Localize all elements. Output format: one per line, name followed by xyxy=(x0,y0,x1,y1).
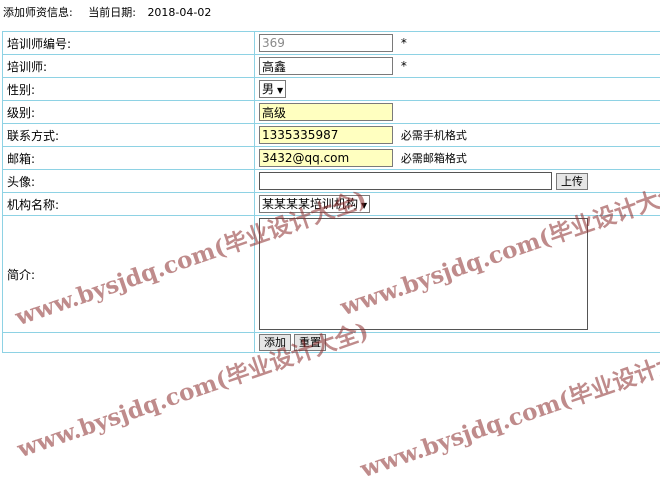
chevron-down-icon: ▼ xyxy=(277,86,283,95)
gender-label: 性别: xyxy=(3,78,255,101)
avatar-file-input[interactable]: 上传 xyxy=(259,172,588,190)
required-mark: * xyxy=(401,36,407,50)
chevron-down-icon: ▼ xyxy=(361,201,367,210)
watermark: www.bysjdq.com(毕业设计大全) xyxy=(355,332,660,484)
phone-field[interactable] xyxy=(259,126,393,144)
required-mark: * xyxy=(401,59,407,73)
trainer-form: 培训师编号: * 培训师: * 性别: 男▼ 级别: 联系方式: 必需手机格式 xyxy=(2,31,660,353)
page-title: 添加师资信息: xyxy=(3,6,73,19)
level-field[interactable] xyxy=(259,103,393,121)
phone-label: 联系方式: xyxy=(3,124,255,147)
reset-button[interactable]: 重置 xyxy=(294,334,326,351)
actions-label-cell xyxy=(3,333,255,353)
form-row-phone: 联系方式: 必需手机格式 xyxy=(3,124,660,147)
org-label: 机构名称: xyxy=(3,193,255,216)
form-row-intro: 简介: xyxy=(3,216,660,333)
form-row-avatar: 头像: 上传 xyxy=(3,170,660,193)
form-row-org: 机构名称: 某某某某培训机构▼ xyxy=(3,193,660,216)
form-row-name: 培训师: * xyxy=(3,55,660,78)
org-selected-value: 某某某某培训机构 xyxy=(262,197,358,211)
gender-select[interactable]: 男▼ xyxy=(259,80,286,98)
email-field[interactable] xyxy=(259,149,393,167)
form-row-id: 培训师编号: * xyxy=(3,32,660,55)
phone-format-hint: 必需手机格式 xyxy=(401,129,467,142)
email-label: 邮箱: xyxy=(3,147,255,170)
form-row-gender: 性别: 男▼ xyxy=(3,78,660,101)
form-row-level: 级别: xyxy=(3,101,660,124)
avatar-path-field[interactable] xyxy=(259,172,552,190)
id-label: 培训师编号: xyxy=(3,32,255,55)
name-label: 培训师: xyxy=(3,55,255,78)
form-row-actions: 添加重置 xyxy=(3,333,660,353)
page-header: 添加师资信息: 当前日期: 2018-04-02 xyxy=(3,6,211,20)
org-select[interactable]: 某某某某培训机构▼ xyxy=(259,195,370,213)
date-value: 2018-04-02 xyxy=(147,6,211,19)
trainer-name-field[interactable] xyxy=(259,57,393,75)
form-row-email: 邮箱: 必需邮箱格式 xyxy=(3,147,660,170)
intro-textarea[interactable] xyxy=(259,218,588,330)
avatar-label: 头像: xyxy=(3,170,255,193)
upload-button[interactable]: 上传 xyxy=(556,173,588,190)
add-button[interactable]: 添加 xyxy=(259,334,291,351)
intro-label: 简介: xyxy=(3,216,255,333)
level-label: 级别: xyxy=(3,101,255,124)
gender-selected-value: 男 xyxy=(262,82,274,96)
date-label: 当前日期: xyxy=(88,6,136,19)
email-format-hint: 必需邮箱格式 xyxy=(401,152,467,165)
trainer-id-field[interactable] xyxy=(259,34,393,52)
